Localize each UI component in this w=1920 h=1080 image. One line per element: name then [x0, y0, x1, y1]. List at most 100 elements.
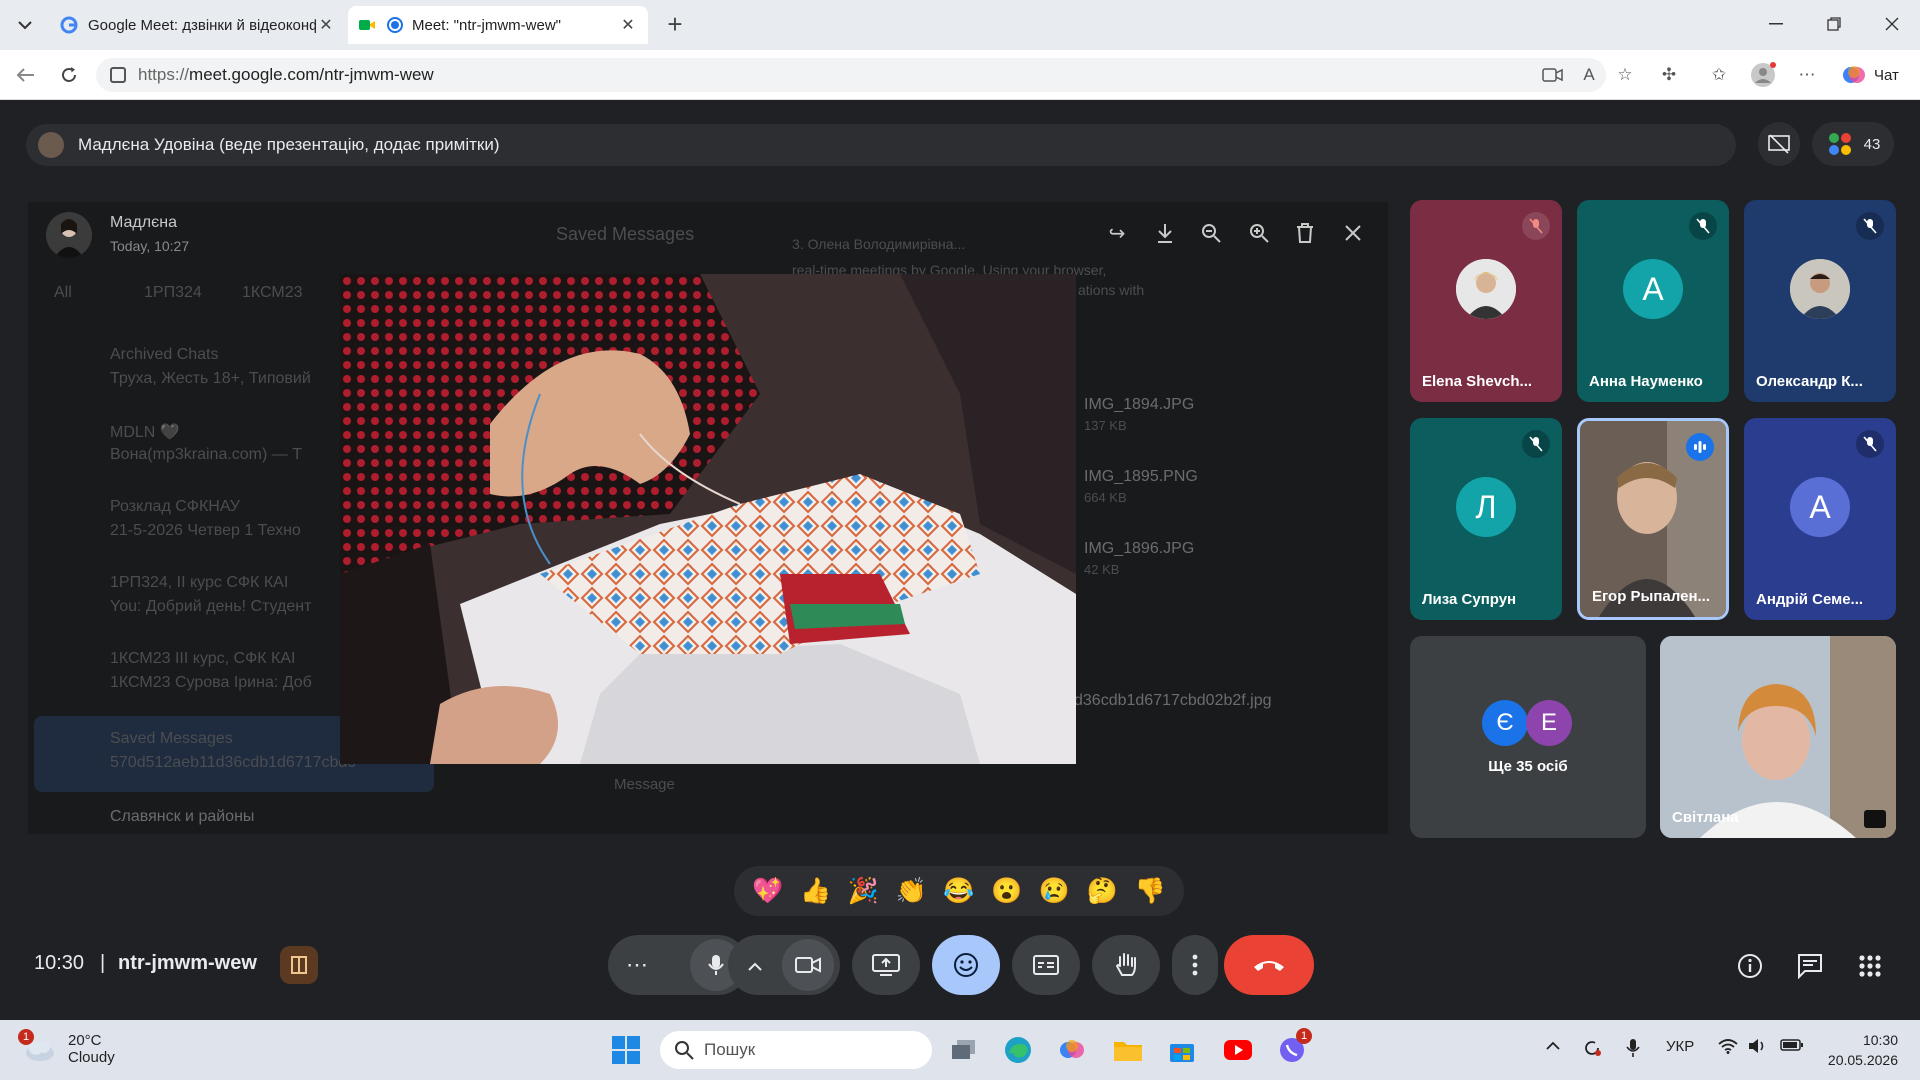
- profile-avatar[interactable]: [1750, 62, 1776, 88]
- bg-file-2: IMG_1895.PNG: [1084, 468, 1198, 485]
- participant-tile-speaking[interactable]: Егор Рыпален...: [1577, 418, 1729, 620]
- tab-meet-call[interactable]: Meet: "ntr-jmwm-wew" ✕: [348, 6, 648, 44]
- participant-tile[interactable]: Elena Shevch...: [1410, 200, 1562, 402]
- favorite-star-icon[interactable]: ☆: [1612, 62, 1638, 88]
- more-participants-label: Ще 35 осіб: [1488, 758, 1568, 775]
- close-viewer-icon[interactable]: [1338, 218, 1368, 248]
- participant-tile[interactable]: А Анна Науменко: [1577, 200, 1729, 402]
- copilot-taskbar-icon[interactable]: [1052, 1030, 1092, 1070]
- participant-tile-video[interactable]: Світлана: [1660, 636, 1896, 838]
- tab-google-meet-home[interactable]: Google Meet: дзвінки й відеоконф ✕: [50, 6, 346, 44]
- battery-glyph: [1780, 1039, 1803, 1051]
- reload-button[interactable]: [54, 60, 84, 90]
- close-tab-icon[interactable]: ✕: [316, 15, 336, 35]
- restore-button[interactable]: [1806, 0, 1862, 48]
- camera-permission-icon[interactable]: [1540, 62, 1566, 88]
- system-clock[interactable]: 10:30 20.05.2026: [1828, 1030, 1898, 1070]
- tray-overflow-icon[interactable]: [1546, 1038, 1560, 1056]
- delete-icon[interactable]: [1290, 218, 1320, 248]
- start-button[interactable]: [606, 1030, 646, 1070]
- participants-button[interactable]: 43: [1812, 122, 1894, 166]
- participant-avatar: [1456, 259, 1516, 319]
- taskbar-search[interactable]: Пошук: [660, 1031, 932, 1069]
- pip-icon[interactable]: [1864, 810, 1886, 828]
- sync-icon[interactable]: [1582, 1038, 1602, 1063]
- read-aloud-icon[interactable]: A: [1576, 62, 1602, 88]
- close-window-button[interactable]: [1864, 0, 1920, 48]
- chat-icon: [1798, 954, 1822, 979]
- reaction-thinking[interactable]: 🤔: [1087, 877, 1118, 906]
- leave-call-button[interactable]: [1224, 935, 1314, 995]
- meeting-info-button[interactable]: [1734, 950, 1766, 982]
- separator: |: [100, 952, 106, 974]
- hang-up-icon: [1254, 961, 1284, 971]
- bg-file-3: IMG_1896.JPG: [1084, 540, 1195, 557]
- participant-tile[interactable]: Л Лиза Супрун: [1410, 418, 1562, 620]
- wifi-icon[interactable]: [1718, 1038, 1738, 1059]
- captions-button[interactable]: [1012, 935, 1080, 995]
- reaction-laugh[interactable]: 😂: [943, 877, 974, 906]
- reaction-clap[interactable]: 👏: [896, 877, 927, 906]
- zoom-out-icon[interactable]: [1196, 218, 1226, 248]
- youtube-icon[interactable]: [1218, 1030, 1258, 1070]
- viewer-sender-name: Мадлєна: [110, 214, 177, 231]
- reaction-surprised[interactable]: 😮: [991, 877, 1022, 906]
- file-explorer-icon[interactable]: [1108, 1030, 1148, 1070]
- participant-name: Світлана: [1672, 809, 1739, 826]
- copilot-glyph: [1060, 1040, 1084, 1058]
- extensions-icon[interactable]: ✣: [1656, 62, 1682, 88]
- camera-button[interactable]: [782, 939, 834, 991]
- presenter-banner: Мадлєна Удовіна (веде презентацію, додає…: [26, 124, 1736, 166]
- viber-icon[interactable]: 1: [1272, 1028, 1312, 1070]
- zoom-in-icon[interactable]: [1244, 218, 1274, 248]
- participant-tile[interactable]: Олександр К...: [1744, 200, 1896, 402]
- reaction-thumbs-up[interactable]: 👍: [800, 877, 831, 906]
- reaction-sad[interactable]: 😢: [1039, 877, 1070, 906]
- more-participants-tile[interactable]: Є Е Ще 35 осіб: [1410, 636, 1646, 838]
- video-options-icon[interactable]: [748, 952, 762, 978]
- store-icon[interactable]: [1162, 1030, 1202, 1070]
- participant-tile[interactable]: А Андрій Семе...: [1744, 418, 1896, 620]
- browser-tab-bar: Google Meet: дзвінки й відеоконф ✕ Meet:…: [0, 0, 1920, 50]
- reaction-thumbs-down[interactable]: 👎: [1134, 877, 1165, 906]
- battery-icon[interactable]: [1780, 1038, 1804, 1057]
- favorites-icon[interactable]: ✩: [1706, 62, 1732, 88]
- back-button[interactable]: [10, 60, 40, 90]
- more-avatar-1: Є: [1482, 700, 1528, 746]
- reactions-button[interactable]: [932, 935, 1000, 995]
- close-tab-icon[interactable]: ✕: [618, 15, 638, 35]
- site-info-icon[interactable]: [110, 67, 126, 83]
- microphone-tray-icon[interactable]: [1626, 1038, 1640, 1063]
- url-field[interactable]: https:// meet.google.com/ntr-jmwm-wew: [96, 58, 1606, 92]
- edge-taskbar-icon[interactable]: [998, 1030, 1038, 1070]
- chat-button[interactable]: [1794, 950, 1826, 982]
- audio-options-icon[interactable]: ⋯: [626, 952, 648, 978]
- task-view-icon[interactable]: [944, 1030, 984, 1070]
- raise-hand-button[interactable]: [1092, 935, 1160, 995]
- more-options-button[interactable]: [1172, 935, 1218, 995]
- forward-icon[interactable]: ↪: [1102, 218, 1132, 248]
- present-screen-button[interactable]: [852, 935, 920, 995]
- reaction-heart[interactable]: 💖: [752, 877, 783, 906]
- new-tab-button[interactable]: +: [660, 10, 690, 40]
- presentation-toggle-button[interactable]: [1758, 122, 1800, 166]
- copilot-chat-button[interactable]: Чат: [1842, 62, 1912, 88]
- meet-icon: [359, 20, 375, 30]
- tab-list-button[interactable]: [8, 8, 42, 42]
- volume-icon[interactable]: [1748, 1038, 1768, 1059]
- bg-saved-chat: Saved Messages: [110, 730, 233, 747]
- activities-button[interactable]: [1854, 950, 1886, 982]
- video-icon: [1542, 68, 1563, 82]
- person-photo-glyph: [1456, 259, 1516, 319]
- weather-widget[interactable]: 1 20°C Cloudy: [18, 1029, 115, 1066]
- download-glyph: [1158, 224, 1172, 243]
- zoom-in-glyph: [1250, 224, 1269, 243]
- mic-off-glyph: [1863, 436, 1877, 452]
- reaction-party[interactable]: 🎉: [848, 877, 879, 906]
- language-indicator[interactable]: УКР: [1666, 1038, 1694, 1055]
- more-menu-icon[interactable]: ⋯: [1794, 62, 1820, 88]
- recording-badge[interactable]: [280, 946, 318, 984]
- download-icon[interactable]: [1150, 218, 1180, 248]
- zoom-out-glyph: [1202, 224, 1221, 243]
- minimize-button[interactable]: [1748, 0, 1804, 48]
